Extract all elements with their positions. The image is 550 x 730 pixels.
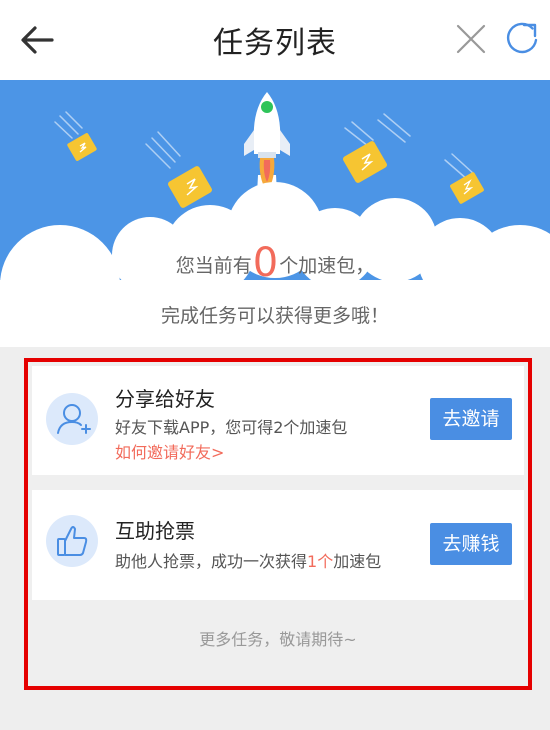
banner: 您当前有0个加速包， 完成任务可以获得更多哦！ — [0, 80, 550, 347]
task-title: 分享给好友 — [115, 387, 215, 411]
task-icon-wrapper — [46, 515, 98, 567]
task-description: 助他人抢票，成功一次获得1个加速包 — [115, 548, 381, 572]
how-to-invite-link[interactable]: 如何邀请好友> — [115, 439, 224, 463]
refresh-button[interactable] — [502, 18, 542, 58]
task-description: 好友下载APP，您可得2个加速包 — [115, 418, 348, 437]
refresh-icon — [506, 22, 538, 54]
task-card-share: 分享给好友 好友下载APP，您可得2个加速包 如何邀请好友> 去邀请 — [32, 366, 524, 475]
accelerator-count: 0 — [252, 240, 279, 286]
count-suffix: 个加速包， — [279, 255, 375, 277]
earn-button[interactable]: 去赚钱 — [430, 523, 512, 565]
accelerator-count-text: 您当前有0个加速包， — [0, 240, 550, 286]
add-user-icon — [57, 404, 91, 434]
desc-highlight: 1个 — [307, 552, 334, 571]
header-bar: 任务列表 — [0, 0, 550, 80]
count-prefix: 您当前有 — [175, 255, 252, 277]
desc-prefix: 助他人抢票，成功一次获得 — [115, 552, 308, 571]
close-icon — [456, 24, 486, 54]
task-card-help: 互助抢票 助他人抢票，成功一次获得1个加速包 去赚钱 — [32, 490, 524, 600]
banner-hint: 完成任务可以获得更多哦！ — [160, 305, 389, 327]
task-title: 互助抢票 — [115, 519, 195, 543]
thumbs-up-icon — [57, 526, 88, 556]
close-button[interactable] — [452, 20, 490, 58]
desc-suffix: 加速包 — [333, 552, 382, 571]
more-tasks-text: 更多任务，敬请期待~ — [199, 630, 357, 649]
task-list-panel: 分享给好友 好友下载APP，您可得2个加速包 如何邀请好友> 去邀请 互助抢票 … — [24, 358, 532, 690]
invite-button[interactable]: 去邀请 — [430, 398, 512, 440]
task-icon-wrapper — [46, 393, 98, 445]
